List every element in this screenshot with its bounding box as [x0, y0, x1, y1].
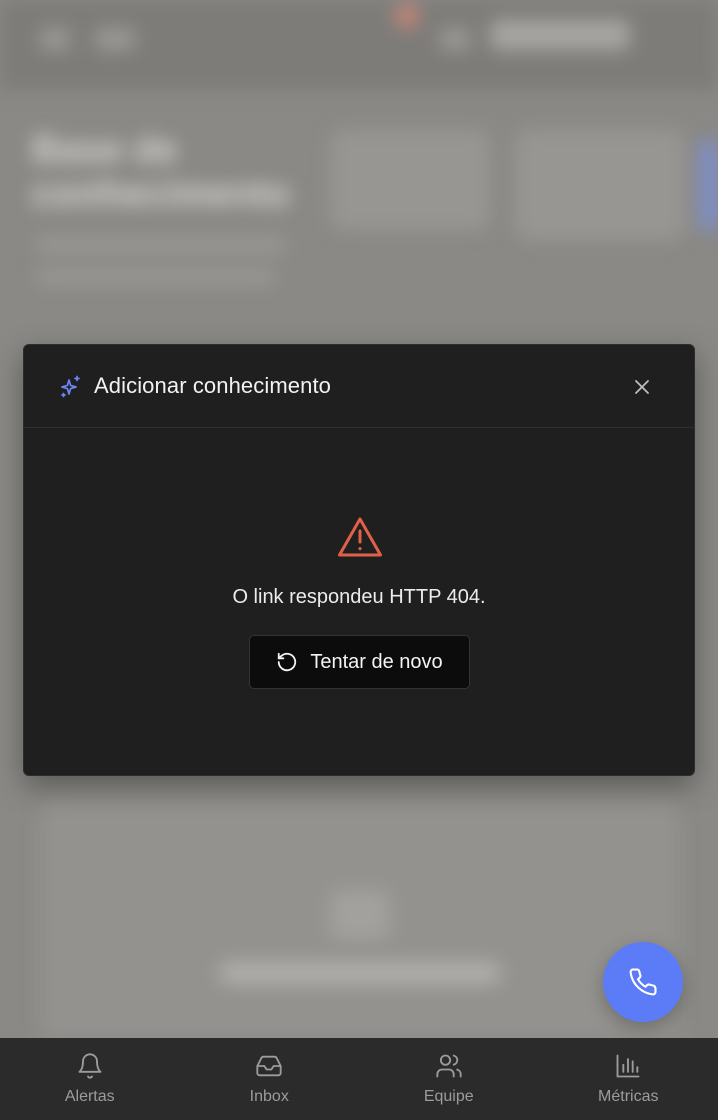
rotate-ccw-icon: [278, 652, 297, 672]
notification-dot: [395, 4, 419, 28]
panel-text-line: [220, 962, 500, 984]
add-knowledge-modal: Adicionar conhecimento O link respondeu …: [23, 344, 695, 776]
call-button[interactable]: [603, 942, 683, 1022]
stat-card: [515, 130, 685, 240]
phone-icon: [629, 968, 657, 996]
retry-button[interactable]: Tentar de novo: [249, 635, 470, 689]
stat-card: [700, 140, 718, 230]
top-bar-item: [440, 28, 470, 50]
warning-triangle-icon: [338, 517, 382, 557]
top-bar-item: [95, 28, 135, 50]
users-icon: [436, 1054, 462, 1078]
panel-icon: [330, 890, 390, 940]
nav-item-inbox[interactable]: Inbox: [180, 1038, 360, 1120]
top-bar-item: [490, 20, 630, 50]
nav-item-equipe[interactable]: Equipe: [359, 1038, 539, 1120]
nav-label: Métricas: [598, 1088, 659, 1105]
bar-chart-icon: [616, 1054, 640, 1078]
bottom-nav: Alertas Inbox Equipe Métricas: [0, 1038, 718, 1120]
error-message: O link respondeu HTTP 404.: [232, 586, 486, 608]
nav-label: Equipe: [423, 1088, 474, 1105]
nav-item-alertas[interactable]: Alertas: [0, 1038, 180, 1120]
sparkles-icon: [61, 375, 80, 398]
retry-button-label: Tentar de novo: [310, 650, 443, 673]
modal-title: Adicionar conhecimento: [94, 373, 332, 398]
nav-label: Alertas: [64, 1088, 115, 1105]
close-button[interactable]: [628, 373, 656, 401]
page-subtitle-line: [36, 270, 276, 284]
page-title: Base de conhecimento: [32, 129, 290, 215]
bell-icon: [78, 1053, 102, 1079]
page-subtitle-line: [36, 238, 286, 252]
nav-label: Inbox: [249, 1088, 289, 1105]
nav-item-metricas[interactable]: Métricas: [539, 1038, 718, 1120]
close-icon: [635, 380, 649, 394]
stat-card: [330, 130, 490, 230]
modal-header: Adicionar conhecimento: [24, 345, 694, 428]
top-bar-item: [40, 28, 70, 50]
inbox-icon: [256, 1055, 282, 1077]
